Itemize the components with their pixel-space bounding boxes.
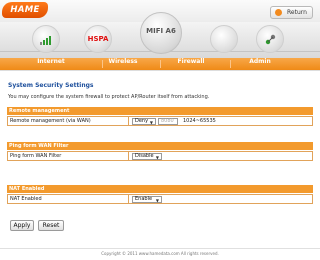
nav-admin[interactable]: Admin bbox=[231, 58, 289, 70]
signal-status[interactable] bbox=[32, 25, 60, 53]
ping-filter-value: Disable bbox=[135, 153, 154, 159]
nat-row: NAT Enabled Enable ▼ bbox=[7, 194, 313, 204]
remote-management-value: Deny bbox=[135, 118, 149, 124]
nat-select[interactable]: Enable ▼ bbox=[132, 196, 162, 203]
status-blank[interactable] bbox=[210, 25, 238, 53]
footer-divider bbox=[0, 248, 320, 249]
ping-filter-label: Ping form WAN Filter bbox=[8, 152, 129, 160]
device-badge: MIFI A6 bbox=[140, 12, 182, 54]
ping-filter-row: Ping form WAN Filter Disable ▼ bbox=[7, 151, 313, 161]
return-button[interactable]: Return bbox=[270, 6, 313, 19]
nat-label: NAT Enabled bbox=[8, 195, 129, 203]
remote-management-header: Remote management bbox=[7, 107, 313, 115]
network-mode-status[interactable]: HSPA bbox=[84, 25, 112, 53]
nav-wireless[interactable]: Wireless bbox=[103, 58, 143, 70]
nav-internet[interactable]: Internet bbox=[0, 58, 102, 70]
port-range-hint: 1024~65535 bbox=[183, 118, 216, 124]
content-divider bbox=[0, 70, 320, 71]
ping-filter-select[interactable]: Disable ▼ bbox=[132, 153, 162, 160]
remote-management-label: Remote management (via WAN) bbox=[8, 117, 129, 125]
page-title: System Security Settings bbox=[8, 82, 94, 89]
nat-value: Enable bbox=[135, 196, 153, 202]
connection-status[interactable] bbox=[256, 25, 284, 53]
return-icon bbox=[275, 9, 282, 16]
remote-management-select[interactable]: Deny ▼ bbox=[132, 118, 156, 125]
chevron-down-icon: ▼ bbox=[155, 198, 159, 203]
nav-firewall[interactable]: Firewall bbox=[161, 58, 221, 70]
copyright-footer: Copyright © 2011 www.hamedata.com All ri… bbox=[101, 251, 219, 256]
network-mode-label: HSPA bbox=[87, 35, 109, 43]
nat-header: NAT Enabled bbox=[7, 185, 313, 193]
reset-button[interactable]: Reset bbox=[38, 220, 64, 231]
device-model-label: MIFI A6 bbox=[146, 27, 176, 35]
remote-management-row: Remote management (via WAN) Deny ▼ 8080 … bbox=[7, 116, 313, 126]
hame-logo: HAME bbox=[2, 2, 48, 18]
main-nav: Internet Wireless Firewall Admin bbox=[0, 58, 320, 70]
link-icon bbox=[265, 34, 276, 45]
chevron-down-icon: ▼ bbox=[149, 120, 153, 125]
remote-port-input[interactable]: 8080 bbox=[158, 118, 178, 125]
page-description: You may configure the system firewall to… bbox=[8, 94, 210, 100]
chevron-down-icon: ▼ bbox=[155, 155, 159, 160]
apply-button[interactable]: Apply bbox=[10, 220, 34, 231]
ping-filter-header: Ping form WAN Filter bbox=[7, 142, 313, 150]
signal-strength-icon bbox=[40, 36, 54, 45]
return-label: Return bbox=[287, 9, 307, 16]
